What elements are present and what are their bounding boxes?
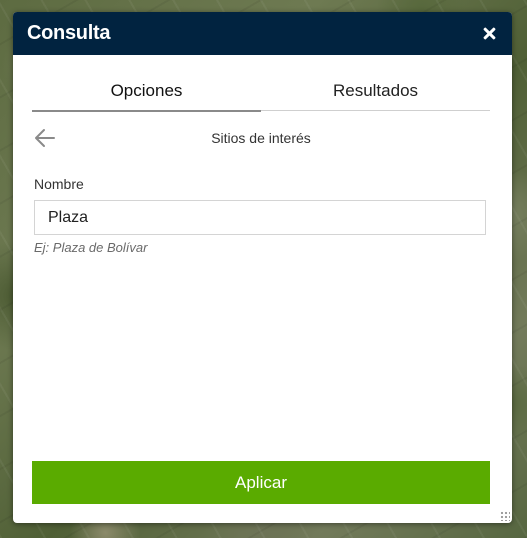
close-icon[interactable] (481, 25, 499, 43)
tab-opciones[interactable]: Opciones (32, 78, 261, 112)
section-header: Sitios de interés (32, 124, 490, 154)
section-title: Sitios de interés (211, 130, 311, 146)
name-field-label: Nombre (34, 176, 84, 192)
query-panel: Consulta Opciones Resultados Sitios de i… (13, 12, 512, 523)
panel-title: Consulta (27, 22, 111, 44)
resize-grip-icon[interactable] (500, 511, 510, 521)
tab-resultados[interactable]: Resultados (261, 78, 490, 110)
apply-button[interactable]: Aplicar (32, 461, 490, 504)
name-field-hint: Ej: Plaza de Bolívar (34, 240, 148, 255)
panel-titlebar[interactable]: Consulta (13, 12, 512, 55)
tab-bar: Opciones Resultados (32, 78, 490, 112)
name-input[interactable] (34, 200, 486, 235)
